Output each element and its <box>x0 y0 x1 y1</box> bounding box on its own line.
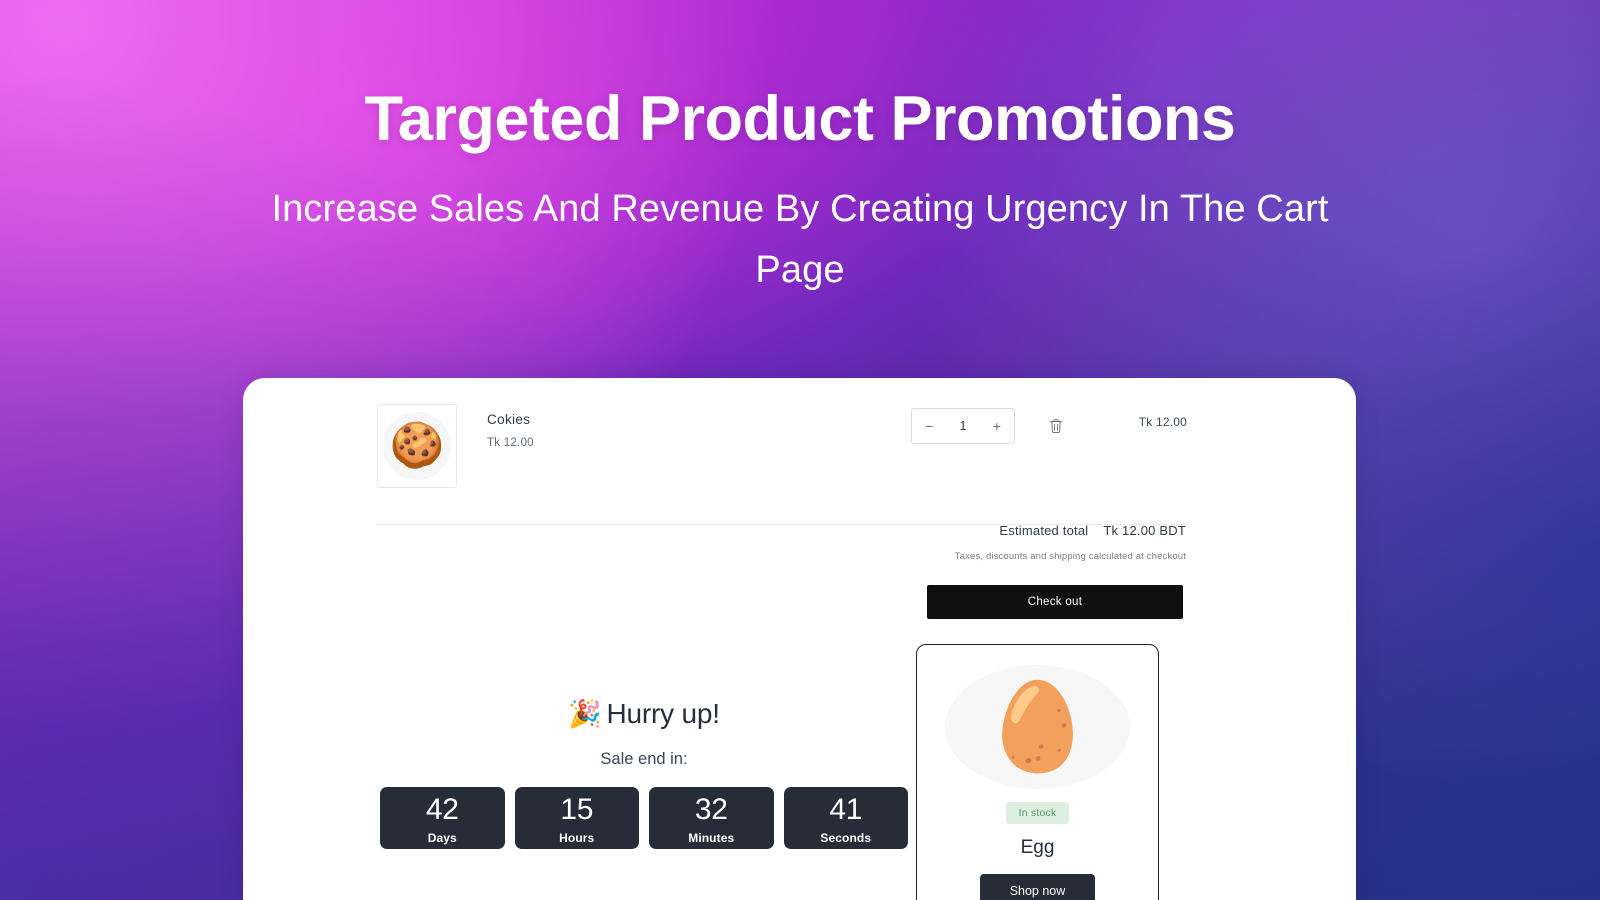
increase-quantity-button[interactable]: + <box>993 419 1001 433</box>
promo-image-wrap: 🥚 <box>935 659 1140 795</box>
hurry-up-text: Hurry up! <box>606 698 721 729</box>
timer-unit-days: 42 Days <box>380 787 505 849</box>
hero-section: Targeted Product Promotions Increase Sal… <box>0 88 1600 301</box>
party-popper-icon: 🎉 <box>568 698 602 729</box>
decrease-quantity-button[interactable]: − <box>925 419 933 433</box>
product-name[interactable]: Cokies <box>487 412 911 427</box>
status-badge: In stock <box>1005 802 1070 824</box>
sale-end-label: Sale end in: <box>600 750 688 768</box>
product-thumbnail: 🍪 <box>377 404 457 488</box>
timer-unit-seconds: 41 Seconds <box>783 787 908 849</box>
product-unit-price: Tk 12.00 <box>487 437 534 449</box>
timer-label-minutes: Minutes <box>688 831 735 845</box>
quantity-value[interactable]: 1 <box>960 419 967 433</box>
timer-label-seconds: Seconds <box>820 831 872 845</box>
promo-product-name: Egg <box>1020 837 1055 858</box>
countdown-timers: 42 Days 15 Hours 32 Minutes 41 Seconds <box>380 787 908 849</box>
cart-totals: Estimated total Tk 12.00 BDT Taxes, disc… <box>955 523 1186 562</box>
estimated-total-label: Estimated total <box>999 523 1089 538</box>
countdown-section: 🎉 Hurry up! Sale end in: 42 Days 15 Hour… <box>380 698 908 849</box>
timer-unit-hours: 15 Hours <box>514 787 639 849</box>
timer-value-hours: 15 <box>560 793 594 826</box>
promoted-product-card[interactable]: 🥚 In stock Egg Shop now <box>916 644 1159 900</box>
hurry-up-heading: 🎉 Hurry up! <box>380 698 908 730</box>
timer-label-hours: Hours <box>559 831 595 845</box>
checkout-button[interactable]: Check out <box>927 585 1183 619</box>
quantity-stepper[interactable]: − 1 + <box>911 408 1015 444</box>
trash-icon <box>1050 419 1062 433</box>
page-subtitle: Increase Sales And Revenue By Creating U… <box>271 188 1329 291</box>
remove-item-button[interactable] <box>1045 414 1067 438</box>
egg-product-image: 🥚 <box>983 679 1092 775</box>
timer-unit-minutes: 32 Minutes <box>649 787 774 849</box>
cart-preview-card: 🍪 Cokies Tk 12.00 − 1 + Tk 12.00 Estimat… <box>243 378 1356 900</box>
estimated-total-row: Estimated total Tk 12.00 BDT <box>955 523 1186 538</box>
product-details: Cokies Tk 12.00 <box>487 404 911 449</box>
quantity-controls: − 1 + <box>911 404 1067 444</box>
cookie-product-image: 🍪 <box>389 421 445 470</box>
timer-value-days: 42 <box>425 793 459 826</box>
line-item-total: Tk 12.00 <box>1138 415 1187 429</box>
timer-value-minutes: 32 <box>694 793 728 826</box>
estimated-total-value: Tk 12.00 BDT <box>1103 523 1186 538</box>
tax-shipping-note: Taxes, discounts and shipping calculated… <box>954 551 1186 562</box>
timer-label-days: Days <box>427 831 457 845</box>
cart-line-item: 🍪 Cokies Tk 12.00 − 1 + Tk 12.00 <box>377 404 1187 488</box>
timer-value-seconds: 41 <box>829 793 863 826</box>
shop-now-button[interactable]: Shop now <box>980 874 1095 900</box>
page-title: Targeted Product Promotions <box>364 84 1236 154</box>
